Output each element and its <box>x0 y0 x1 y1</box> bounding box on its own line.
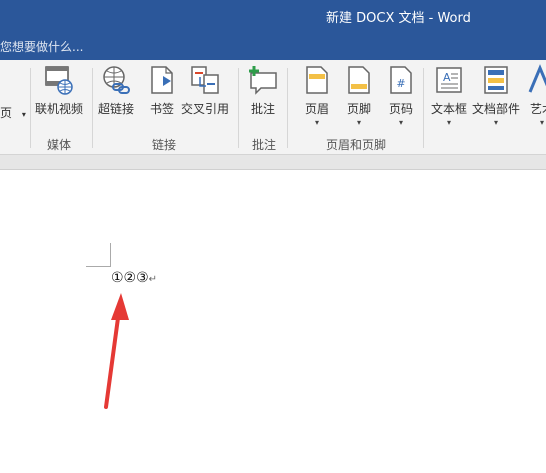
annotation-arrow <box>104 293 129 409</box>
